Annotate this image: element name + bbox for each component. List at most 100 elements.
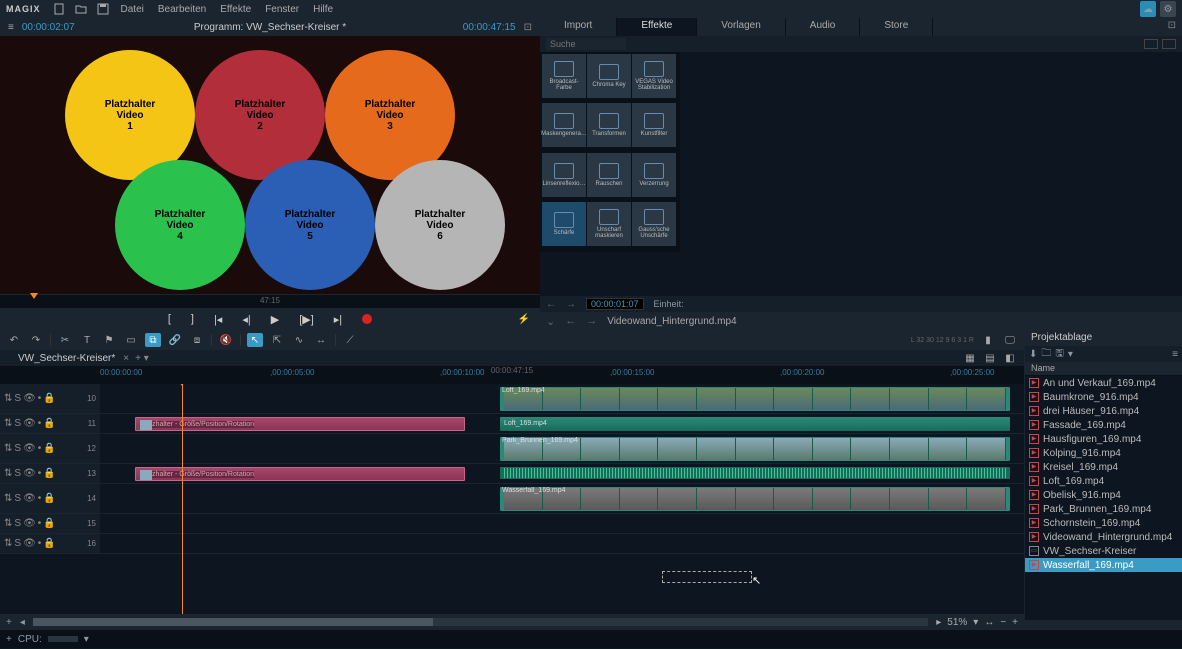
track-header-14[interactable]: ⇅S👁•🔒14 <box>0 484 100 513</box>
pool-more-icon[interactable]: ▾ <box>1068 349 1073 360</box>
group-icon[interactable]: ▭ <box>123 333 139 347</box>
mute-icon[interactable]: 🔇 <box>218 333 234 347</box>
track-header-16[interactable]: ⇅S👁•🔒16 <box>0 534 100 553</box>
pool-folder-icon[interactable]: 🗀 <box>1041 346 1051 363</box>
tab-add-icon[interactable]: + ▾ <box>135 353 149 364</box>
track-header-12[interactable]: ⇅S👁•🔒12 <box>0 434 100 463</box>
preview-timecode[interactable]: 00:00:02:07 <box>22 22 75 33</box>
title-icon[interactable]: T <box>79 333 95 347</box>
cloud-button[interactable]: ☁ <box>1140 1 1156 17</box>
pool-item[interactable]: ▶Baumkrone_916.mp4 <box>1025 390 1182 404</box>
pool-item[interactable]: ▶Wasserfall_169.mp4 <box>1025 558 1182 572</box>
step-back-icon[interactable]: ◂| <box>242 313 250 326</box>
goto-end-icon[interactable]: ▸| <box>334 313 342 326</box>
zoom-dec-icon[interactable]: − <box>1000 617 1006 628</box>
perf-icon[interactable]: ⚡ <box>518 314 530 325</box>
track-header-13[interactable]: ⇅S👁•🔒13 <box>0 464 100 483</box>
ctx-back-icon[interactable]: ← <box>565 315 576 327</box>
marker-icon[interactable]: ⚑ <box>101 333 117 347</box>
pool-item[interactable]: ▶Kolping_916.mp4 <box>1025 446 1182 460</box>
fx-mask[interactable]: Maskengenera… <box>542 103 586 147</box>
playhead[interactable] <box>182 384 183 614</box>
zoom-in-icon[interactable]: ▾ <box>973 617 978 628</box>
tab-close-icon[interactable]: × <box>123 353 129 364</box>
ungroup-icon[interactable]: ⧈ <box>189 333 205 347</box>
magnet-icon[interactable]: ⧉ <box>145 333 161 347</box>
pool-item[interactable]: ▶drei Häuser_916.mp4 <box>1025 404 1182 418</box>
track-header-11[interactable]: ⇅S👁•🔒11 <box>0 414 100 433</box>
out-point-icon[interactable]: ] <box>191 313 194 325</box>
fx-broadcast[interactable]: Broadcast-Farbe <box>542 54 586 98</box>
pool-item[interactable]: ▶Fassade_169.mp4 <box>1025 418 1182 432</box>
play-icon[interactable]: ▶ <box>271 313 279 326</box>
pool-save-icon[interactable]: 🖫 <box>1055 346 1064 363</box>
tracks-area[interactable]: ⇅S👁•🔒10 Loft_169.mp4 ⇅S👁•🔒11 Platzhalter… <box>0 384 1024 614</box>
monitor-icon[interactable]: 🖵 <box>1002 333 1018 347</box>
range-tool[interactable]: ⇱ <box>269 333 285 347</box>
fx-chromakey[interactable]: Chroma Key <box>587 54 631 98</box>
menu-help[interactable]: Hilfe <box>313 4 333 15</box>
menu-window[interactable]: Fenster <box>265 4 299 15</box>
timeline-ruler[interactable]: 00:00:47:15 00:00:00:00 ,00:00:05:00 ,00… <box>0 366 1024 384</box>
pool-item[interactable]: ▭VW_Sechser-Kreiser <box>1025 544 1182 558</box>
tab-audio[interactable]: Audio <box>786 18 861 36</box>
pool-item[interactable]: ▶Hausfiguren_169.mp4 <box>1025 432 1182 446</box>
pool-import-icon[interactable]: ⬇ <box>1029 349 1037 360</box>
panel-close-icon[interactable]: ⊡ <box>1162 18 1182 36</box>
fx-transform[interactable]: Transformen <box>587 103 631 147</box>
fx-unsharpmask[interactable]: Unscharf maskieren <box>587 202 631 246</box>
cut-icon[interactable]: ✂ <box>57 333 73 347</box>
clip-park-audio[interactable] <box>500 467 1010 479</box>
clip-loft-audio[interactable]: Loft_169.mp4 <box>500 417 1010 431</box>
menu-effects[interactable]: Effekte <box>220 4 251 15</box>
ctx-fwd-icon[interactable]: → <box>586 315 597 327</box>
tl-view-1-icon[interactable]: ▦ <box>962 351 978 365</box>
clip-fx-2[interactable]: Platzhalter - Größe/Position/Rotation <box>135 467 465 481</box>
param-prev-icon[interactable]: ← <box>546 299 556 310</box>
fx-lensflare[interactable]: Linsenreflexio… <box>542 153 586 197</box>
stretch-tool[interactable]: ↔ <box>313 333 329 347</box>
status-dropdown-icon[interactable]: ▾ <box>84 634 89 645</box>
pool-scrollbar[interactable] <box>1025 620 1182 630</box>
fx-distort[interactable]: Verzerrung <box>632 153 676 197</box>
open-icon[interactable] <box>75 3 87 15</box>
pool-item[interactable]: ▶Videowand_Hintergrund.mp4 <box>1025 530 1182 544</box>
zoom-fit-icon[interactable]: ↔ <box>984 617 994 628</box>
pool-item[interactable]: ▶An und Verkauf_169.mp4 <box>1025 376 1182 390</box>
burger-icon[interactable]: ≡ <box>8 22 14 33</box>
tab-store[interactable]: Store <box>860 18 933 36</box>
close-icon[interactable]: ⊡ <box>524 22 532 33</box>
h-scrollbar[interactable] <box>33 618 928 626</box>
tab-effects[interactable]: Effekte <box>617 18 697 36</box>
pool-item[interactable]: ▶Obelisk_916.mp4 <box>1025 488 1182 502</box>
param-next-icon[interactable]: → <box>566 299 576 310</box>
pool-item[interactable]: ▶Loft_169.mp4 <box>1025 474 1182 488</box>
add-track-icon[interactable]: + <box>6 617 12 628</box>
add-icon[interactable]: + <box>6 634 12 645</box>
pool-item[interactable]: ▶Kreisel_169.mp4 <box>1025 460 1182 474</box>
zoom-out-icon[interactable]: ▸ <box>936 617 941 628</box>
pool-item[interactable]: ▶Schornstein_169.mp4 <box>1025 516 1182 530</box>
in-point-icon[interactable]: [ <box>168 313 171 325</box>
clip-wasserfall-video[interactable]: Wasserfall_169.mp4 <box>500 487 1010 511</box>
curve-tool[interactable]: ∿ <box>291 333 307 347</box>
hscroll-left-icon[interactable]: ◂ <box>20 617 25 628</box>
goto-start-icon[interactable]: |◂ <box>214 313 222 326</box>
param-timecode[interactable]: 00:00:01:07 <box>586 298 644 310</box>
undo-icon[interactable]: ↶ <box>6 333 22 347</box>
pool-column-name[interactable]: Name <box>1025 362 1182 376</box>
fx-artfilter[interactable]: Kunstfilter <box>632 103 676 147</box>
record-button[interactable] <box>362 314 372 324</box>
new-icon[interactable] <box>53 3 65 15</box>
tl-view-2-icon[interactable]: ▤ <box>982 351 998 365</box>
view-list-icon[interactable] <box>1162 39 1176 49</box>
play-range-icon[interactable]: [▶] <box>299 313 314 326</box>
fx-sharpen[interactable]: Schärfe <box>542 202 586 246</box>
clip-fx-1[interactable]: Platzhalter - Größe/Position/Rotation <box>135 417 465 431</box>
tl-view-3-icon[interactable]: ◧ <box>1002 351 1018 365</box>
link-icon[interactable]: 🔗 <box>167 333 183 347</box>
zoom-pct[interactable]: 51% <box>947 617 967 628</box>
menu-edit[interactable]: Bearbeiten <box>158 4 206 15</box>
zoom-inc-icon[interactable]: + <box>1012 617 1018 628</box>
track-header-15[interactable]: ⇅S👁•🔒15 <box>0 514 100 533</box>
